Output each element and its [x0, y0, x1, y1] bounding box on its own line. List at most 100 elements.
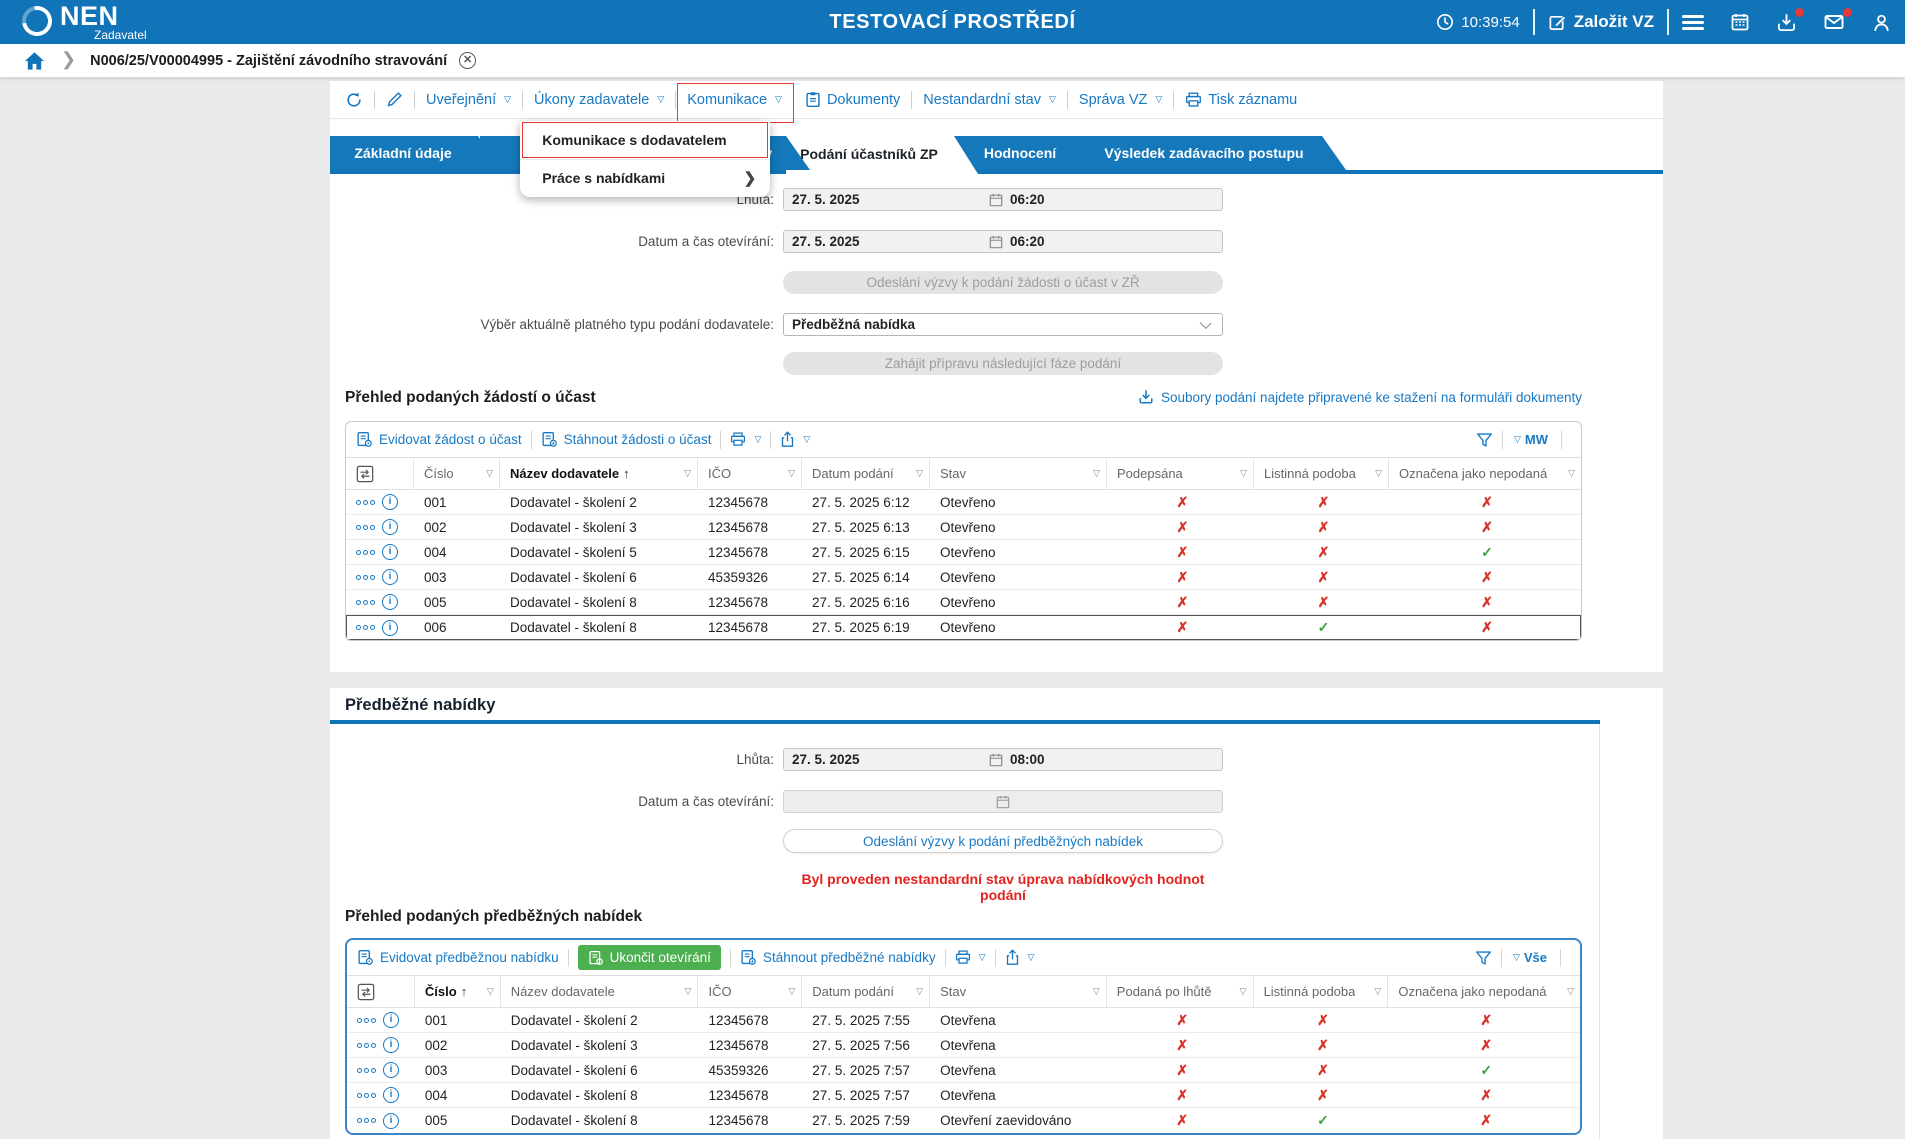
- table-row-focused[interactable]: i 006Dodavatel - školení 8 1234567827. 5…: [346, 615, 1581, 640]
- info-icon[interactable]: i: [382, 519, 398, 535]
- odeslani-vyzvy-zadosti-button[interactable]: Odeslání výzvy k podání žádosti o účast …: [783, 271, 1223, 294]
- export-table-button[interactable]: ▽: [780, 431, 810, 448]
- menu-sprava-vz[interactable]: Správa VZ▽: [1079, 92, 1162, 108]
- menu-item-prace-s-nabidkami[interactable]: Práce s nabídkami ❯: [520, 159, 770, 197]
- scroll-track[interactable]: [1599, 724, 1600, 1139]
- calendar-button[interactable]: [1717, 0, 1763, 44]
- column-header-stav[interactable]: Stav▽: [930, 976, 1107, 1007]
- row-menu-dots[interactable]: [356, 600, 375, 605]
- table-row[interactable]: i 002Dodavatel - školení 3 1234567827. 5…: [347, 1033, 1580, 1058]
- menu-item-komunikace-s-dodavatelem[interactable]: Komunikace s dodavatelem: [520, 121, 770, 159]
- tab-hodnoceni[interactable]: Hodnocení: [952, 136, 1114, 170]
- filter-chevron-icon[interactable]: ▽: [487, 986, 494, 997]
- menu-komunikace[interactable]: Komunikace▽ Komunikace s dodavatelem Prá…: [687, 92, 782, 108]
- column-header-oznacena-nepodana[interactable]: Označena jako nepodaná▽: [1388, 976, 1580, 1007]
- menu-uverejneni[interactable]: Uveřejnění▽: [426, 92, 511, 108]
- table-row[interactable]: i 003Dodavatel - školení 6 4535932627. 5…: [346, 565, 1581, 590]
- close-record-icon[interactable]: ✕: [459, 52, 476, 69]
- row-menu-dots[interactable]: [356, 625, 375, 630]
- print-table-button[interactable]: ▽: [730, 432, 761, 447]
- ukoncit-otevirani-button[interactable]: Ukončit otevírání: [578, 945, 721, 970]
- filter-chevron-icon[interactable]: ▽: [1093, 986, 1100, 997]
- row-menu-dots[interactable]: [357, 1068, 376, 1073]
- table-row[interactable]: i 001Dodavatel - školení 2 1234567827. 5…: [347, 1008, 1580, 1033]
- column-header-settings[interactable]: [347, 976, 415, 1007]
- filter-chevron-icon[interactable]: ▽: [1374, 986, 1381, 997]
- home-icon[interactable]: [24, 51, 45, 71]
- column-header-oznacena-nepodana[interactable]: Označena jako nepodaná▽: [1389, 458, 1581, 489]
- stahnout-zadosti-button[interactable]: Stáhnout žádosti o účast: [541, 431, 712, 448]
- filter-chevron-icon[interactable]: ▽: [788, 986, 795, 997]
- refresh-button[interactable]: [345, 91, 363, 109]
- filter-chevron-icon[interactable]: ▽: [1567, 986, 1574, 997]
- filter-chevron-icon[interactable]: ▽: [486, 468, 493, 479]
- zalozit-vz-button[interactable]: Založit VZ: [1535, 0, 1667, 44]
- row-menu-dots[interactable]: [357, 1043, 376, 1048]
- view-chevron-icon[interactable]: ▽: [1513, 952, 1520, 963]
- column-header-listinna-podoba[interactable]: Listinná podoba▽: [1254, 976, 1389, 1007]
- zahajit-pripravu-faze-button[interactable]: Zahájit přípravu následující fáze podání: [783, 352, 1223, 375]
- info-icon[interactable]: i: [383, 1113, 399, 1129]
- table-row[interactable]: i 005Dodavatel - školení 8 1234567827. 5…: [346, 590, 1581, 615]
- soubory-podani-link[interactable]: Soubory podání najdete připravené ke sta…: [1138, 389, 1582, 405]
- filter-chevron-icon[interactable]: ▽: [685, 986, 692, 997]
- edit-record-button[interactable]: [386, 91, 403, 108]
- table-row[interactable]: i 004Dodavatel - školení 5 1234567827. 5…: [346, 540, 1581, 565]
- otevirani-input[interactable]: 27. 5. 2025 06:20: [783, 230, 1223, 253]
- row-menu-dots[interactable]: [357, 1118, 376, 1123]
- filter-chevron-icon[interactable]: ▽: [1093, 468, 1100, 479]
- column-header-listinna-podoba[interactable]: Listinná podoba▽: [1254, 458, 1389, 489]
- column-header-nazev-dodavatele[interactable]: Název dodavatele▽: [501, 976, 699, 1007]
- table-row[interactable]: i 001Dodavatel - školení 2 1234567827. 5…: [346, 490, 1581, 515]
- menu-dokumenty[interactable]: Dokumenty: [805, 91, 900, 108]
- row-menu-dots[interactable]: [356, 500, 375, 505]
- menu-button[interactable]: [1669, 0, 1717, 44]
- column-header-datum-podani[interactable]: Datum podání▽: [802, 458, 930, 489]
- column-header-cislo[interactable]: Číslo↑▽: [415, 976, 501, 1007]
- info-icon[interactable]: i: [382, 594, 398, 610]
- column-header-podepsana[interactable]: Podepsána▽: [1107, 458, 1254, 489]
- typ-podani-select[interactable]: Předběžná nabídka: [783, 313, 1223, 336]
- column-header-ico[interactable]: IČO▽: [698, 458, 802, 489]
- column-header-stav[interactable]: Stav▽: [930, 458, 1107, 489]
- table-row[interactable]: i 002Dodavatel - školení 3 1234567827. 5…: [346, 515, 1581, 540]
- column-header-settings[interactable]: [346, 458, 414, 489]
- downloads-button[interactable]: [1763, 0, 1810, 44]
- print-table-button[interactable]: ▽: [955, 950, 986, 965]
- filter-chevron-icon[interactable]: ▽: [916, 468, 923, 479]
- calendar-icon[interactable]: [989, 193, 1003, 207]
- info-icon[interactable]: i: [382, 569, 398, 585]
- messages-button[interactable]: [1810, 0, 1858, 44]
- column-header-ico[interactable]: IČO▽: [698, 976, 802, 1007]
- info-icon[interactable]: i: [382, 494, 398, 510]
- filter-chevron-icon[interactable]: ▽: [684, 468, 691, 479]
- row-menu-dots[interactable]: [356, 575, 375, 580]
- info-icon[interactable]: i: [383, 1012, 399, 1028]
- info-icon[interactable]: i: [383, 1062, 399, 1078]
- column-header-podana-po-lhute[interactable]: Podaná po lhůtě▽: [1107, 976, 1254, 1007]
- view-selector[interactable]: Vše: [1524, 950, 1547, 965]
- filter-chevron-icon[interactable]: ▽: [1568, 468, 1575, 479]
- filter-icon[interactable]: [1476, 432, 1493, 448]
- row-menu-dots[interactable]: [356, 525, 375, 530]
- info-icon[interactable]: i: [383, 1037, 399, 1053]
- evidovat-zadost-button[interactable]: Evidovat žádost o účast: [356, 431, 522, 448]
- filter-icon[interactable]: [1475, 950, 1492, 966]
- filter-chevron-icon[interactable]: ▽: [1375, 468, 1382, 479]
- column-header-nazev-dodavatele[interactable]: Název dodavatele↑▽: [500, 458, 698, 489]
- column-header-cislo[interactable]: Číslo▽: [414, 458, 500, 489]
- filter-chevron-icon[interactable]: ▽: [788, 468, 795, 479]
- table-row[interactable]: i 003Dodavatel - školení 6 4535932627. 5…: [347, 1058, 1580, 1083]
- column-header-datum-podani[interactable]: Datum podání▽: [802, 976, 930, 1007]
- lhuta-input[interactable]: 27. 5. 2025 06:20: [783, 188, 1223, 211]
- table-row[interactable]: i 004Dodavatel - školení 8 1234567827. 5…: [347, 1083, 1580, 1108]
- row-menu-dots[interactable]: [356, 550, 375, 555]
- menu-nestandardni-stav[interactable]: Nestandardní stav▽: [923, 92, 1056, 108]
- calendar-icon[interactable]: [989, 235, 1003, 249]
- user-profile-button[interactable]: [1858, 0, 1905, 44]
- info-icon[interactable]: i: [382, 620, 398, 636]
- stahnout-nabidky-button[interactable]: Stáhnout předběžné nabídky: [740, 949, 936, 966]
- info-icon[interactable]: i: [382, 544, 398, 560]
- evidovat-nabidku-button[interactable]: Evidovat předběžnou nabídku: [357, 949, 559, 966]
- calendar-icon[interactable]: [989, 753, 1003, 767]
